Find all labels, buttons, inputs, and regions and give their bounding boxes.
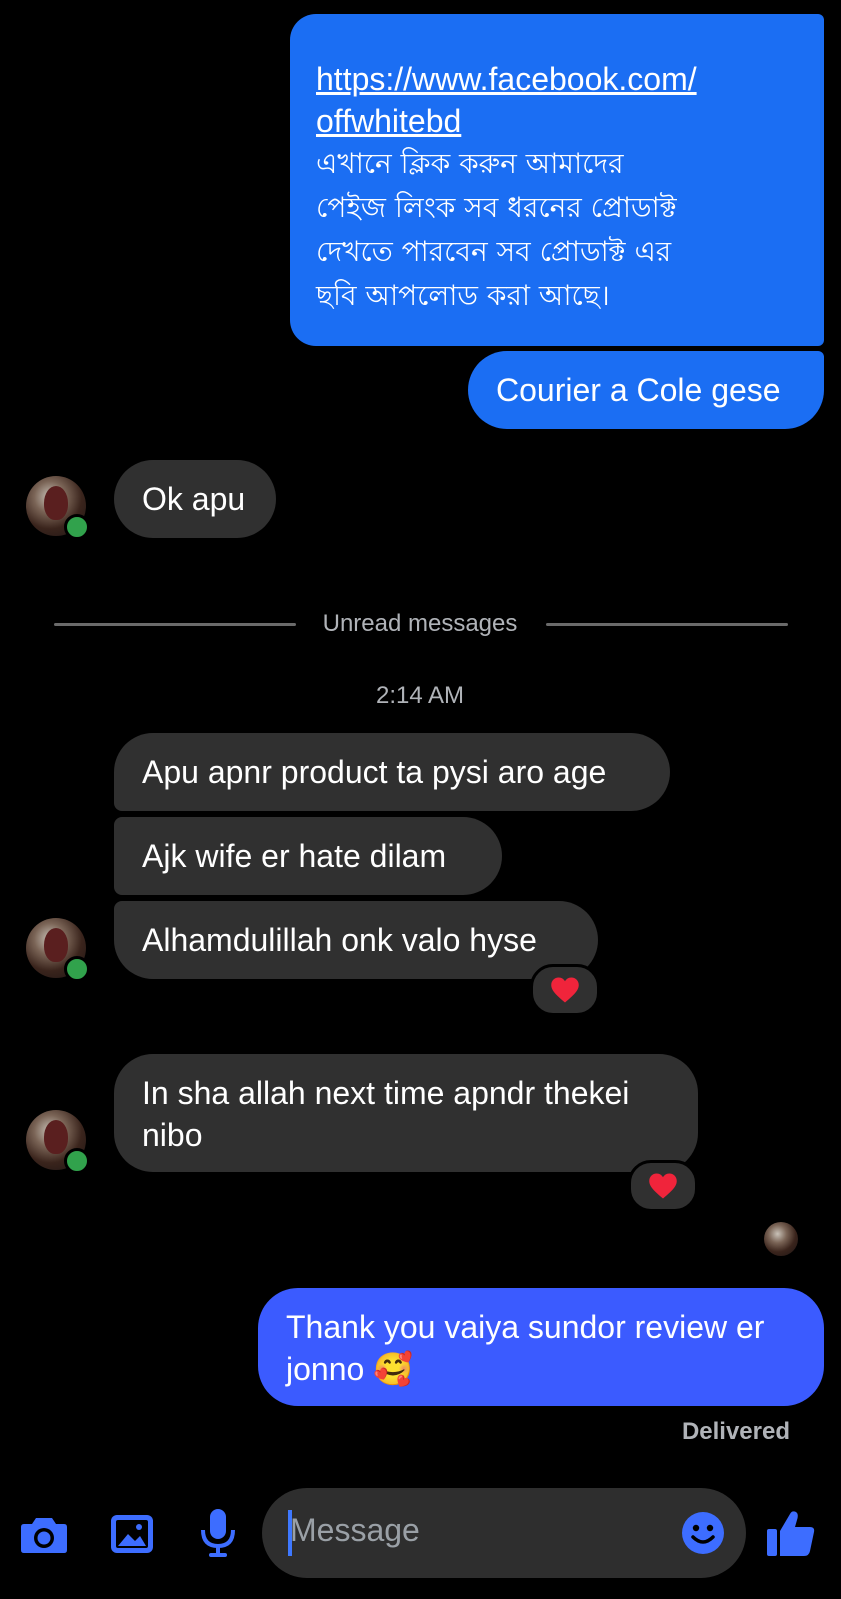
- online-status-dot: [64, 956, 90, 982]
- incoming-message[interactable]: Ajk wife er hate dilam: [114, 817, 502, 895]
- message-link-continued[interactable]: offwhitebd: [316, 100, 798, 142]
- message-text-line: এখানে ক্লিক করুন আমাদের: [316, 147, 624, 180]
- message-text: Alhamdulillah onk valo hyse: [142, 922, 537, 958]
- message-timestamp: 2:14 AM: [375, 682, 465, 709]
- outgoing-message[interactable]: Thank you vaiya sundor review er jonno 🥰: [258, 1288, 824, 1406]
- read-receipt-avatar: [764, 1222, 798, 1256]
- camera-icon: [21, 1518, 67, 1553]
- message-input[interactable]: Message: [262, 1488, 746, 1578]
- online-status-dot: [64, 1148, 90, 1174]
- gallery-icon: [111, 1515, 153, 1553]
- message-text: Ok apu: [142, 481, 246, 517]
- outgoing-message[interactable]: Courier a Cole gese: [468, 351, 824, 429]
- message-text-line: পেইজ লিংক সব ধরনের প্রোডাক্ট: [316, 191, 677, 224]
- thumbs-up-icon: [767, 1511, 815, 1556]
- message-text-line: nibo: [142, 1117, 203, 1153]
- heart-icon: [551, 977, 579, 1003]
- camera-button[interactable]: [18, 1508, 70, 1560]
- microphone-icon: [201, 1509, 235, 1557]
- contact-avatar[interactable]: [26, 476, 90, 540]
- emoji-icon: [682, 1512, 724, 1554]
- message-text: Ajk wife er hate dilam: [142, 838, 447, 874]
- message-text-line: Thank you vaiya sundor review er: [286, 1309, 765, 1345]
- like-button[interactable]: [764, 1506, 818, 1560]
- incoming-message[interactable]: Alhamdulillah onk valo hyse: [114, 901, 598, 979]
- message-text-line: In sha allah next time apndr thekei: [142, 1075, 630, 1111]
- microphone-button[interactable]: [194, 1504, 242, 1562]
- contact-avatar[interactable]: [26, 918, 90, 982]
- outgoing-message-link[interactable]: https://www.facebook.com/ offwhitebd এখা…: [290, 14, 824, 346]
- gallery-button[interactable]: [106, 1508, 158, 1560]
- incoming-message[interactable]: In sha allah next time apndr thekei nibo: [114, 1054, 698, 1172]
- message-link[interactable]: https://www.facebook.com/: [316, 58, 798, 100]
- avatar-photo: [44, 486, 68, 520]
- incoming-message[interactable]: Apu apnr product ta pysi aro age: [114, 733, 670, 811]
- divider-line-right: [546, 623, 788, 626]
- avatar-photo: [44, 928, 68, 962]
- unread-messages-label: Unread messages: [322, 610, 518, 637]
- incoming-message[interactable]: Ok apu: [114, 460, 276, 538]
- message-text-line: ছবি আপলোড করা আছে।: [316, 279, 610, 312]
- contact-avatar[interactable]: [26, 1110, 90, 1174]
- emoji-button[interactable]: [680, 1510, 726, 1556]
- delivered-status: Delivered: [681, 1418, 790, 1445]
- message-text-line: jonno 🥰: [286, 1351, 414, 1387]
- message-text: Courier a Cole gese: [496, 372, 781, 408]
- message-text: Apu apnr product ta pysi aro age: [142, 754, 607, 790]
- heart-icon: [649, 1173, 677, 1199]
- divider-line-left: [54, 623, 296, 626]
- message-text-line: দেখতে পারবেন সব প্রোডাক্ট এর: [316, 235, 672, 268]
- avatar-photo: [44, 1120, 68, 1154]
- online-status-dot: [64, 514, 90, 540]
- heart-reaction[interactable]: [530, 964, 600, 1016]
- message-input-placeholder: Message: [290, 1512, 420, 1548]
- heart-reaction[interactable]: [628, 1160, 698, 1212]
